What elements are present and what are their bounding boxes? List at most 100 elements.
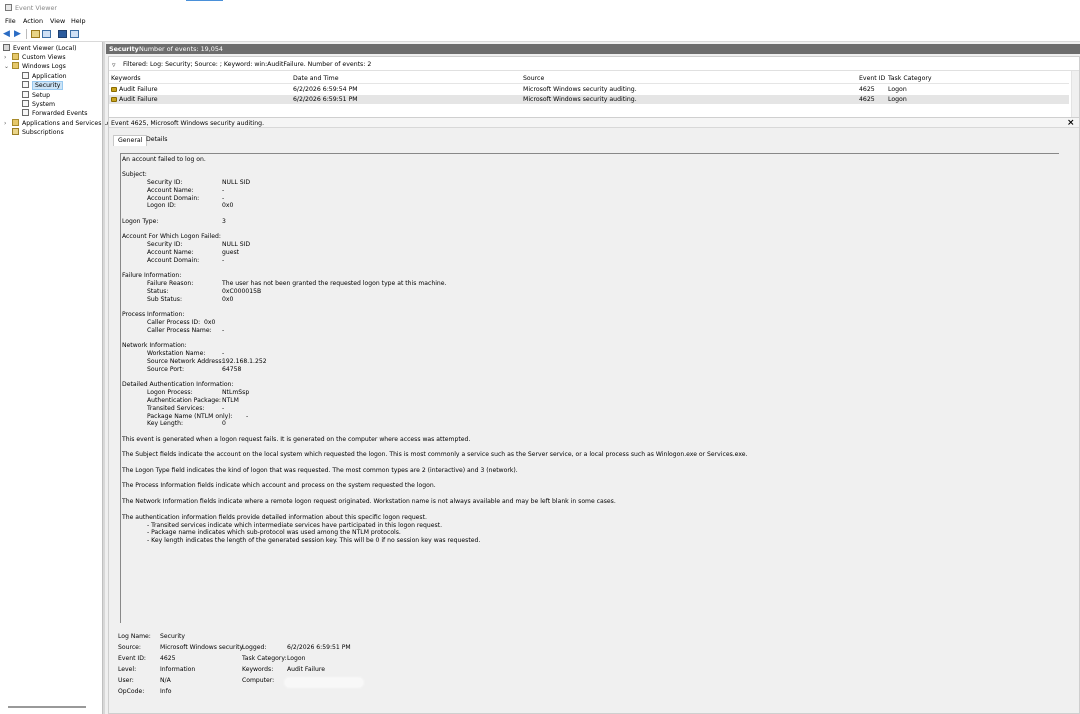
desc-value: 192.168.1.252 [222, 358, 267, 365]
filter-text: Filtered: Log: Security; Source: ; Keywo… [123, 61, 372, 68]
desc-bullet: - Transited services indicate which inte… [147, 522, 443, 529]
tree-item-forwarded-events[interactable]: Forwarded Events [22, 109, 88, 118]
desc-label: Status: [147, 288, 169, 295]
desc-subject: Subject: [122, 171, 147, 178]
tab-details[interactable]: Details [142, 135, 171, 146]
table-row[interactable]: Audit Failure 6/2/2026 6:59:54 PM Micros… [109, 85, 1069, 94]
desc-label: Key Length: [147, 420, 184, 427]
prop-value: Information [160, 666, 196, 673]
log-header: Security Number of events: 19,054 [106, 44, 1080, 54]
prop-label: User: [118, 677, 134, 684]
event-viewer-icon [3, 44, 10, 51]
tree-item-application[interactable]: Application [22, 72, 67, 81]
desc-value: 3 [222, 218, 226, 225]
event-count: Number of events: 19,054 [139, 45, 223, 53]
event-list-scrollbar[interactable] [1071, 71, 1079, 117]
prop-label: Computer: [242, 677, 275, 684]
desc-label: Account Name: [147, 187, 194, 194]
log-icon [22, 72, 29, 79]
column-source[interactable]: Source [523, 75, 544, 82]
desc-value: NTLM [222, 397, 239, 404]
column-date-time[interactable]: Date and Time [293, 75, 339, 82]
desc-label: Authentication Package: [147, 397, 221, 404]
prop-value: Microsoft Windows security [160, 644, 244, 651]
menu-file[interactable]: File [5, 17, 16, 25]
desc-label: Logon Type: [122, 218, 159, 225]
desc-intro: An account failed to log on. [122, 156, 206, 163]
tree-item-windows-logs[interactable]: Windows Logs [12, 62, 66, 71]
tree-item-applications-services[interactable]: Applications and Services Lo [12, 119, 111, 128]
desc-value: - [222, 327, 225, 334]
action-pane-icon[interactable] [70, 30, 79, 38]
desc-paragraph: The authentication information fields pr… [122, 514, 427, 521]
tree-item-system[interactable]: System [22, 100, 55, 109]
desc-network: Network Information: [122, 342, 187, 349]
desc-label: Security ID: [147, 179, 183, 186]
up-folder-icon[interactable] [31, 30, 40, 38]
desc-value: 64758 [222, 366, 242, 373]
tree-item-root[interactable]: Event Viewer (Local) [3, 44, 77, 53]
desc-value: - [222, 187, 225, 194]
task-cell: Logon [888, 96, 907, 103]
desc-label: Source Network Address: [147, 358, 224, 365]
show-hide-tree-icon[interactable] [42, 30, 51, 38]
event-id-cell: 4625 [859, 86, 875, 93]
desc-value: 0x0 [222, 202, 234, 209]
menu-help[interactable]: Help [71, 17, 86, 25]
tree-item-setup[interactable]: Setup [22, 91, 50, 100]
back-arrow-icon[interactable]: ◀ [3, 30, 12, 39]
menu-view[interactable]: View [50, 17, 65, 25]
prop-value: N/A [160, 677, 171, 684]
tree-item-subscriptions[interactable]: Subscriptions [12, 128, 64, 137]
close-icon[interactable]: × [1067, 118, 1075, 128]
forward-arrow-icon[interactable]: ▶ [14, 30, 23, 39]
redacted-computer-name [285, 678, 363, 687]
desc-value: - [222, 257, 225, 264]
event-description-textbox[interactable]: An account failed to log on. Subject: Se… [120, 153, 1059, 623]
prop-label: Logged: [242, 644, 267, 651]
date-cell: 6/2/2026 6:59:51 PM [293, 96, 358, 103]
desc-auth: Detailed Authentication Information: [122, 381, 234, 388]
menu-action[interactable]: Action [23, 17, 43, 25]
keywords-cell: Audit Failure [111, 86, 158, 93]
column-event-id[interactable]: Event ID [859, 75, 885, 82]
prop-value: Logon [287, 655, 306, 662]
prop-label: Keywords: [242, 666, 274, 673]
desc-value: 0x0 [222, 296, 234, 303]
folder-icon [12, 53, 19, 60]
desc-process: Process Information: [122, 311, 185, 318]
tree-horizontal-scrollbar[interactable] [8, 706, 86, 708]
desc-label: Security ID: [147, 241, 183, 248]
prop-label: Level: [118, 666, 137, 673]
table-row[interactable]: Audit Failure 6/2/2026 6:59:51 PM Micros… [109, 95, 1069, 104]
detail-title-bar: Event 4625, Microsoft Windows security a… [109, 118, 1079, 128]
prop-value: 6/2/2026 6:59:51 PM [287, 644, 351, 651]
help-icon[interactable] [58, 30, 67, 38]
prop-label: Log Name: [118, 633, 151, 640]
date-cell: 6/2/2026 6:59:54 PM [293, 86, 358, 93]
desc-value: guest [222, 249, 240, 256]
desc-paragraph: The Logon Type field indicates the kind … [122, 467, 518, 474]
log-icon [22, 81, 29, 88]
source-cell: Microsoft Windows security auditing. [523, 86, 637, 93]
prop-label: Task Category: [242, 655, 287, 662]
toolbar: ◀ ▶ [0, 27, 1080, 42]
expand-custom-views-icon[interactable]: › [4, 54, 6, 61]
desc-paragraph: The Subject fields indicate the account … [122, 451, 748, 458]
column-task-category[interactable]: Task Category [888, 75, 932, 82]
window-title: Event Viewer [15, 4, 58, 12]
tree-item-security[interactable]: Security [22, 81, 64, 90]
prop-value: Info [160, 688, 172, 695]
prop-value: Security [160, 633, 186, 640]
source-cell: Microsoft Windows security auditing. [523, 96, 637, 103]
column-keywords[interactable]: Keywords [111, 75, 141, 82]
desc-bullet: - Key length indicates the length of the… [147, 537, 481, 544]
audit-failure-lock-icon [111, 87, 117, 92]
collapse-windows-logs-icon[interactable]: ⌄ [4, 63, 9, 70]
expand-apps-services-icon[interactable]: › [4, 120, 6, 127]
tree-item-custom-views[interactable]: Custom Views [12, 53, 66, 62]
desc-label: Workstation Name: [147, 350, 206, 357]
desc-label: Logon Process: [147, 389, 193, 396]
pane-splitter[interactable] [102, 42, 105, 714]
prop-label: OpCode: [118, 688, 145, 695]
